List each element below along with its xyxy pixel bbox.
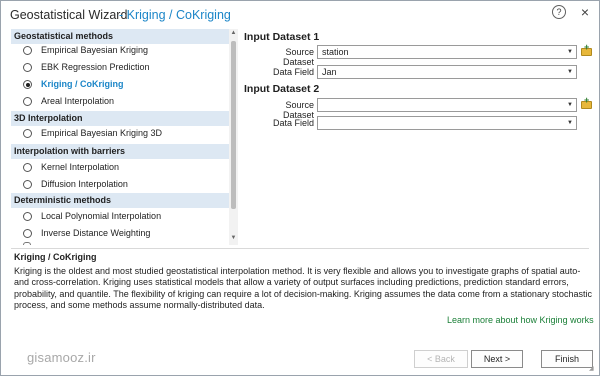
method-list-scrollbar[interactable]: ▲ ▼	[229, 29, 238, 245]
method-item-diffusion-interpolation[interactable]: Diffusion Interpolation	[21, 177, 226, 192]
method-item-areal-interpolation[interactable]: Areal Interpolation	[21, 94, 226, 109]
input-dataset-1-title: Input Dataset 1	[244, 31, 320, 43]
window-title: Geostatistical Wizard	[10, 8, 128, 22]
source-dataset-1-dropdown[interactable]: station ▼	[317, 45, 577, 59]
data-field-1-label: Data Field	[272, 67, 314, 77]
plus-icon: +	[584, 42, 590, 52]
partially-hidden-radio-icon	[23, 242, 31, 245]
help-icon[interactable]: ?	[552, 5, 566, 19]
method-item-empirical-bayesian-kriging[interactable]: Empirical Bayesian Kriging	[21, 43, 226, 58]
next-button[interactable]: Next >	[471, 350, 523, 368]
group-header-geostatistical: Geostatistical methods	[11, 29, 229, 44]
method-label: Diffusion Interpolation	[41, 179, 128, 189]
method-item-idw[interactable]: Inverse Distance Weighting	[21, 226, 226, 241]
method-label: EBK Regression Prediction	[41, 62, 150, 72]
method-label: Kernel Interpolation	[41, 162, 120, 172]
finish-button[interactable]: Finish	[541, 350, 593, 368]
description-title: Kriging / CoKriging	[14, 252, 97, 262]
data-field-1-value: Jan	[322, 67, 337, 77]
geostatistical-wizard-dialog: Geostatistical Wizard - Kriging / CoKrig…	[0, 0, 600, 376]
method-item-kernel-interpolation[interactable]: Kernel Interpolation	[21, 160, 226, 175]
method-label: Kriging / CoKriging	[41, 79, 124, 89]
radio-icon[interactable]	[23, 163, 32, 172]
method-item-local-polynomial[interactable]: Local Polynomial Interpolation	[21, 209, 226, 224]
method-label: Areal Interpolation	[41, 96, 115, 106]
watermark-text: gisamooz.ir	[27, 350, 96, 365]
close-icon[interactable]: ×	[577, 4, 593, 20]
method-item-ebk-regression-prediction[interactable]: EBK Regression Prediction	[21, 60, 226, 75]
chevron-down-icon: ▼	[567, 120, 573, 126]
learn-more-link[interactable]: Learn more about how Kriging works	[447, 315, 594, 325]
radio-icon[interactable]	[23, 63, 32, 72]
radio-icon[interactable]	[23, 129, 32, 138]
method-label: Empirical Bayesian Kriging	[41, 45, 149, 55]
chevron-down-icon: ▼	[567, 102, 573, 108]
footer: gisamooz.ir < Back Next > Finish ◢	[1, 344, 599, 375]
plus-icon: +	[584, 95, 590, 105]
method-item-kriging-cokriging[interactable]: Kriging / CoKriging	[21, 77, 226, 92]
method-label: Empirical Bayesian Kriging 3D	[41, 128, 163, 138]
radio-icon[interactable]	[23, 97, 32, 106]
method-item-ebk-3d[interactable]: Empirical Bayesian Kriging 3D	[21, 126, 226, 141]
method-list: Geostatistical methods Empirical Bayesia…	[11, 29, 239, 245]
radio-icon[interactable]	[23, 212, 32, 221]
radio-icon[interactable]	[23, 229, 32, 238]
source-dataset-2-label: Source Dataset	[282, 100, 314, 120]
method-label: Inverse Distance Weighting	[41, 228, 151, 238]
group-header-deterministic: Deterministic methods	[11, 193, 229, 208]
radio-selected-icon[interactable]	[23, 80, 32, 89]
data-field-2-label: Data Field	[272, 118, 314, 128]
source-dataset-2-dropdown[interactable]: ▼	[317, 98, 577, 112]
radio-icon[interactable]	[23, 180, 32, 189]
scroll-down-icon[interactable]: ▼	[229, 234, 238, 243]
scroll-up-icon[interactable]: ▲	[229, 29, 238, 38]
title-bar: Geostatistical Wizard - Kriging / CoKrig…	[1, 1, 599, 27]
source-dataset-1-value: station	[322, 47, 349, 57]
source-dataset-1-label: Source Dataset	[282, 47, 314, 67]
add-dataset-2-folder-button[interactable]: +	[581, 95, 593, 110]
resize-grip-icon[interactable]: ◢	[589, 366, 594, 372]
data-field-1-dropdown[interactable]: Jan ▼	[317, 65, 577, 79]
group-header-barriers: Interpolation with barriers	[11, 144, 229, 159]
back-button[interactable]: < Back	[414, 350, 468, 368]
method-label: Local Polynomial Interpolation	[41, 211, 162, 221]
window-subtitle: - Kriging / CoKriging	[119, 8, 231, 22]
data-field-2-dropdown[interactable]: ▼	[317, 116, 577, 130]
input-dataset-2-title: Input Dataset 2	[244, 83, 320, 95]
scroll-thumb[interactable]	[231, 41, 236, 209]
add-dataset-1-folder-button[interactable]: +	[581, 42, 593, 57]
group-header-3d-interpolation: 3D Interpolation	[11, 111, 229, 126]
radio-icon[interactable]	[23, 46, 32, 55]
chevron-down-icon: ▼	[567, 49, 573, 55]
chevron-down-icon: ▼	[567, 69, 573, 75]
description-divider	[11, 248, 589, 249]
description-text: Kriging is the oldest and most studied g…	[14, 266, 592, 310]
